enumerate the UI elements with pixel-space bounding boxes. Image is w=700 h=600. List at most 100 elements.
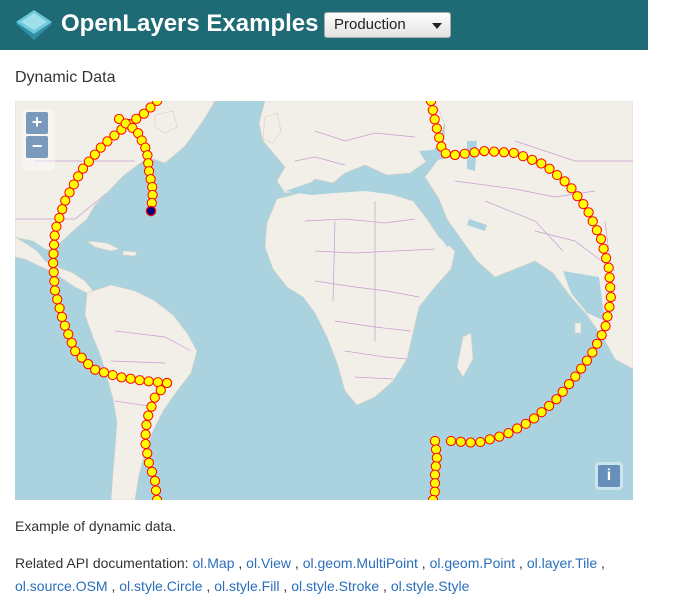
dynamic-point — [59, 320, 70, 331]
api-link-separator: , — [417, 555, 426, 571]
dynamic-point — [143, 457, 155, 468]
dynamic-point — [90, 364, 101, 375]
dynamic-point — [544, 400, 555, 411]
brand-title[interactable]: OpenLayers Examples — [61, 9, 318, 39]
dynamic-point — [134, 375, 145, 386]
dynamic-point — [578, 198, 589, 210]
dynamic-point — [143, 376, 154, 387]
dynamic-point — [551, 169, 563, 181]
api-link-ol-style-stroke[interactable]: ol.style.Stroke — [291, 578, 379, 594]
dynamic-point — [140, 438, 151, 450]
dynamic-point — [116, 372, 127, 383]
api-link-separator: , — [379, 578, 387, 594]
dynamic-points-layer — [48, 101, 616, 500]
dynamic-point — [427, 105, 438, 116]
dynamic-point — [528, 413, 540, 424]
dynamic-point — [604, 272, 615, 283]
dynamic-point — [563, 379, 575, 390]
api-link-ol-style-fill[interactable]: ol.style.Fill — [214, 578, 279, 594]
dynamic-point — [434, 132, 445, 143]
dynamic-point — [520, 418, 531, 429]
dynamic-point — [63, 329, 74, 340]
api-link-separator: , — [597, 555, 605, 571]
dynamic-point — [445, 435, 457, 447]
api-documentation: Related API documentation: ol.Map , ol.V… — [15, 552, 655, 598]
dynamic-point — [125, 373, 136, 384]
api-link-ol-layer-tile[interactable]: ol.layer.Tile — [527, 555, 597, 571]
api-link-ol-geom-multipoint[interactable]: ol.geom.MultiPoint — [303, 555, 418, 571]
dynamic-point — [431, 123, 442, 134]
dynamic-point — [66, 337, 77, 348]
dynamic-point — [595, 234, 607, 245]
version-select[interactable]: Production — [324, 12, 451, 38]
map-viewport[interactable]: + − i — [15, 101, 633, 500]
dynamic-point — [576, 363, 587, 374]
dynamic-point — [425, 101, 437, 107]
dynamic-point — [527, 154, 538, 165]
api-link-separator: , — [107, 578, 116, 594]
dynamic-point — [605, 292, 616, 303]
dynamic-point — [52, 294, 63, 305]
dynamic-point — [57, 204, 68, 215]
dynamic-point — [587, 347, 598, 358]
dynamic-point — [48, 239, 60, 250]
dynamic-point — [143, 410, 154, 421]
api-link-ol-view[interactable]: ol.View — [246, 555, 291, 571]
caret-down-icon — [432, 23, 442, 29]
dynamic-point — [150, 485, 162, 496]
dynamic-point — [601, 253, 612, 264]
attribution-info-button[interactable]: i — [598, 465, 620, 487]
dynamic-point — [591, 225, 603, 236]
dynamic-point — [449, 149, 461, 161]
dynamic-point — [48, 257, 59, 269]
dynamic-point — [49, 230, 60, 241]
dynamic-point — [517, 151, 529, 162]
dynamic-point — [459, 148, 470, 159]
dynamic-point — [469, 147, 480, 158]
dynamic-point — [48, 267, 59, 278]
dynamic-point — [455, 436, 466, 447]
dynamic-point — [587, 216, 598, 227]
dynamic-point — [429, 114, 440, 125]
zoom-out-button[interactable]: − — [26, 136, 48, 158]
dynamic-point — [49, 276, 60, 287]
dynamic-point — [605, 282, 616, 293]
zoom-in-button[interactable]: + — [26, 112, 48, 134]
dynamic-point — [566, 183, 577, 194]
navbar: OpenLayers Examples Production — [0, 0, 648, 50]
page-title: Dynamic Data — [15, 69, 116, 86]
api-link-ol-map[interactable]: ol.Map — [192, 555, 234, 571]
dynamic-point — [536, 407, 547, 418]
api-link-ol-geom-point[interactable]: ol.geom.Point — [430, 555, 516, 571]
api-link-separator: , — [515, 555, 523, 571]
api-link-ol-source-osm[interactable]: ol.source.OSM — [15, 578, 108, 594]
api-link-ol-style-circle[interactable]: ol.style.Circle — [119, 578, 202, 594]
dynamic-point — [557, 386, 568, 397]
dynamic-point — [489, 146, 500, 157]
api-link-separator: , — [291, 555, 299, 571]
dynamic-point — [98, 367, 110, 378]
dynamic-point — [142, 448, 153, 459]
dynamic-point — [551, 394, 562, 405]
dynamic-point — [570, 371, 581, 382]
dynamic-point — [431, 452, 442, 463]
dynamic-point — [536, 158, 547, 169]
dynamic-point — [583, 207, 594, 218]
dynamic-point — [484, 434, 495, 445]
dynamic-point — [581, 355, 593, 366]
dynamic-point — [604, 301, 615, 312]
dynamic-point — [465, 437, 476, 448]
dynamic-point — [429, 435, 441, 447]
dynamic-point — [429, 469, 441, 480]
dynamic-point — [591, 338, 603, 349]
dynamic-point — [146, 401, 157, 412]
dynamic-point — [140, 429, 151, 440]
dynamic-point — [146, 466, 158, 477]
zoom-control: + − — [23, 109, 55, 171]
dynamic-point — [56, 311, 68, 323]
dynamic-point — [508, 147, 519, 159]
api-link-ol-style-style[interactable]: ol.style.Style — [391, 578, 470, 594]
api-link-separator: , — [202, 578, 211, 594]
dynamic-point — [149, 475, 161, 487]
dynamic-point — [512, 423, 523, 434]
